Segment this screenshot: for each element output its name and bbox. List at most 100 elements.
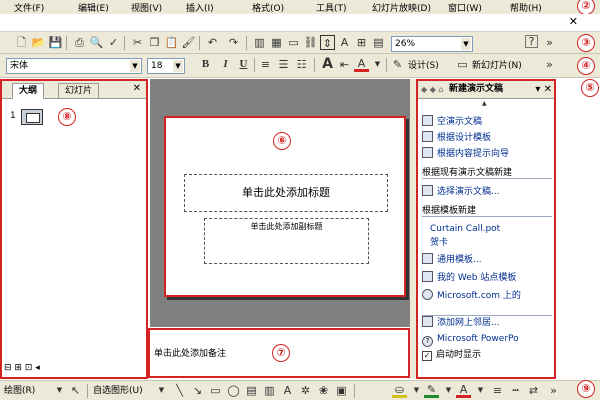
font-color-icon[interactable]: A [456,383,471,398]
spelling-icon[interactable]: ✓ [106,35,121,50]
tables-borders-icon[interactable]: ▭ [286,35,301,50]
clip-art-icon[interactable]: ❀ [316,383,331,398]
normal-view-icon[interactable]: ⊟ [4,363,12,373]
zoom-combo[interactable]: 26% ▼ [391,36,473,52]
select-objects-icon[interactable]: ↖ [68,383,83,398]
task-pane-title[interactable]: 新建演示文稿 [449,81,503,98]
chevron-down-icon[interactable]: ▼ [52,383,67,398]
new-slide-icon[interactable]: ▭ [455,57,470,72]
italic-button[interactable]: I [218,57,233,72]
recent-template-2[interactable]: 贺卡 [430,237,448,249]
numbering-icon[interactable]: ☰ [276,57,291,72]
bold-button[interactable]: B [198,57,213,72]
draw-menu[interactable]: 绘图(R) [4,383,35,399]
task-ms-templates[interactable]: Microsoft.com 上的 [422,289,521,302]
menu-file[interactable]: 文件(F) [14,1,44,14]
cut-icon[interactable]: ✂ [130,35,145,50]
new-slide-button[interactable]: 新幻灯片(N) [472,58,522,74]
fill-color-icon[interactable]: ⛀ [392,383,407,398]
task-web-templates[interactable]: 我的 Web 站点模板 [422,271,516,284]
chevron-down-icon[interactable]: ▼ [409,383,424,398]
font-combo[interactable]: 宋体 ▼ [6,58,142,74]
toolbar-more-icon[interactable]: » [546,383,561,398]
scroll-left-icon[interactable]: ◂ [35,363,40,373]
underline-button[interactable]: U [236,57,251,72]
format-painter-icon[interactable]: 🖌 [181,35,196,50]
bullets-icon[interactable]: ☷ [294,57,309,72]
undo-icon[interactable]: ↶ [205,35,220,50]
chevron-down-icon[interactable]: ▼ [173,60,183,72]
chevron-down-icon[interactable]: ▼ [130,60,140,72]
slide-thumbnail[interactable] [21,109,43,125]
menu-help[interactable]: 帮助(H) [510,1,542,14]
slideshow-view-icon[interactable]: ⊡ [25,363,33,373]
task-autocontent-wizard[interactable]: 根据内容提示向导 [422,147,509,160]
task-add-network-place[interactable]: 添加网上邻居... [422,315,552,328]
menu-slideshow[interactable]: 幻灯片放映(D) [372,1,431,14]
show-on-startup-row[interactable]: ✓ 启动时显示 [422,349,481,362]
arrow-icon[interactable]: ↘ [190,383,205,398]
insert-picture-icon[interactable]: ▣ [334,383,349,398]
menu-view[interactable]: 视图(V) [131,1,162,14]
help-icon[interactable]: ? [525,35,538,48]
grid-icon[interactable]: ⊞ [354,35,369,50]
show-on-startup-checkbox[interactable]: ✓ [422,351,432,361]
arrow-style-icon[interactable]: ⇄ [526,383,541,398]
text-box-icon[interactable]: ▤ [244,383,259,398]
paste-icon[interactable]: 📋 [164,35,179,50]
decrease-indent-icon[interactable]: ⇤ [337,57,352,72]
close-icon[interactable]: ✕ [133,83,141,94]
menu-format[interactable]: 格式(O) [252,1,284,14]
toolbar-more-icon[interactable]: » [542,35,557,50]
align-center-icon[interactable]: ≡ [258,57,273,72]
slide-canvas[interactable]: ⑥ 单击此处添加标题 单击此处添加副标题 [164,116,406,297]
notes-pane[interactable]: 单击此处添加备注 ⑦ [148,328,410,378]
diagram-icon[interactable]: ✲ [298,383,313,398]
insert-chart-icon[interactable]: ▥ [252,35,267,50]
print-preview-icon[interactable]: 🔍 [89,35,104,50]
chevron-down-icon[interactable]: ▼ [473,383,488,398]
task-blank-presentation[interactable]: 空演示文稿 [422,115,482,128]
toolbar-more-icon[interactable]: » [542,57,557,72]
wordart-icon[interactable]: A [280,383,295,398]
chevron-down-icon[interactable]: ▼ [441,383,456,398]
rectangle-icon[interactable]: ▭ [208,383,223,398]
show-formatting-icon[interactable]: A [337,35,352,50]
print-icon[interactable]: ⎙ [72,35,87,50]
insert-hyperlink-icon[interactable]: ⛓ [303,35,318,50]
menu-insert[interactable]: 插入(I) [186,1,214,14]
chevron-down-icon[interactable]: ▼ [461,38,471,50]
menu-edit[interactable]: 编辑(E) [78,1,109,14]
insert-table-icon[interactable]: ▦ [269,35,284,50]
line-icon[interactable]: ╲ [172,383,187,398]
new-icon[interactable]: 🗋 [14,35,29,50]
task-from-design-template[interactable]: 根据设计模板 [422,131,491,144]
open-icon[interactable]: 📂 [31,35,46,50]
close-document-icon[interactable]: ✕ [569,15,578,28]
line-style-icon[interactable]: ≡ [490,383,505,398]
tab-slides[interactable]: 幻灯片 [58,83,100,98]
design-button[interactable]: 设计(S) [408,58,439,74]
color-grayscale-icon[interactable]: ▤ [371,35,386,50]
redo-icon[interactable]: ↷ [226,35,241,50]
title-placeholder[interactable]: 单击此处添加标题 [184,174,388,212]
font-size-combo[interactable]: 18 ▼ [147,58,185,74]
menu-tools[interactable]: 工具(T) [316,1,347,14]
chevron-down-icon[interactable]: ▼ [154,383,169,398]
scroll-up-icon[interactable]: ▲ [482,100,487,107]
oval-icon[interactable]: ◯ [226,383,241,398]
task-ms-help[interactable]: ? Microsoft PowerPo [422,333,519,347]
dash-style-icon[interactable]: ┅ [508,383,523,398]
tab-outline[interactable]: 大纲 [12,83,45,99]
close-icon[interactable]: ▾ ✕ [535,81,552,98]
autoshapes-menu[interactable]: 自选图形(U) [93,383,143,399]
task-choose-presentation[interactable]: 选择演示文稿... [422,185,500,198]
task-pane-nav-icon[interactable]: ◆ ◆ ⌂ [421,81,443,98]
design-icon[interactable]: ✎ [390,57,405,72]
slide-sorter-icon[interactable]: ⊞ [14,363,22,373]
menu-window[interactable]: 窗口(W) [448,1,482,14]
subtitle-placeholder[interactable]: 单击此处添加副标题 [204,218,369,264]
vertical-text-box-icon[interactable]: ▥ [262,383,277,398]
expand-all-icon[interactable]: ⇕ [320,35,335,50]
copy-icon[interactable]: ❐ [147,35,162,50]
